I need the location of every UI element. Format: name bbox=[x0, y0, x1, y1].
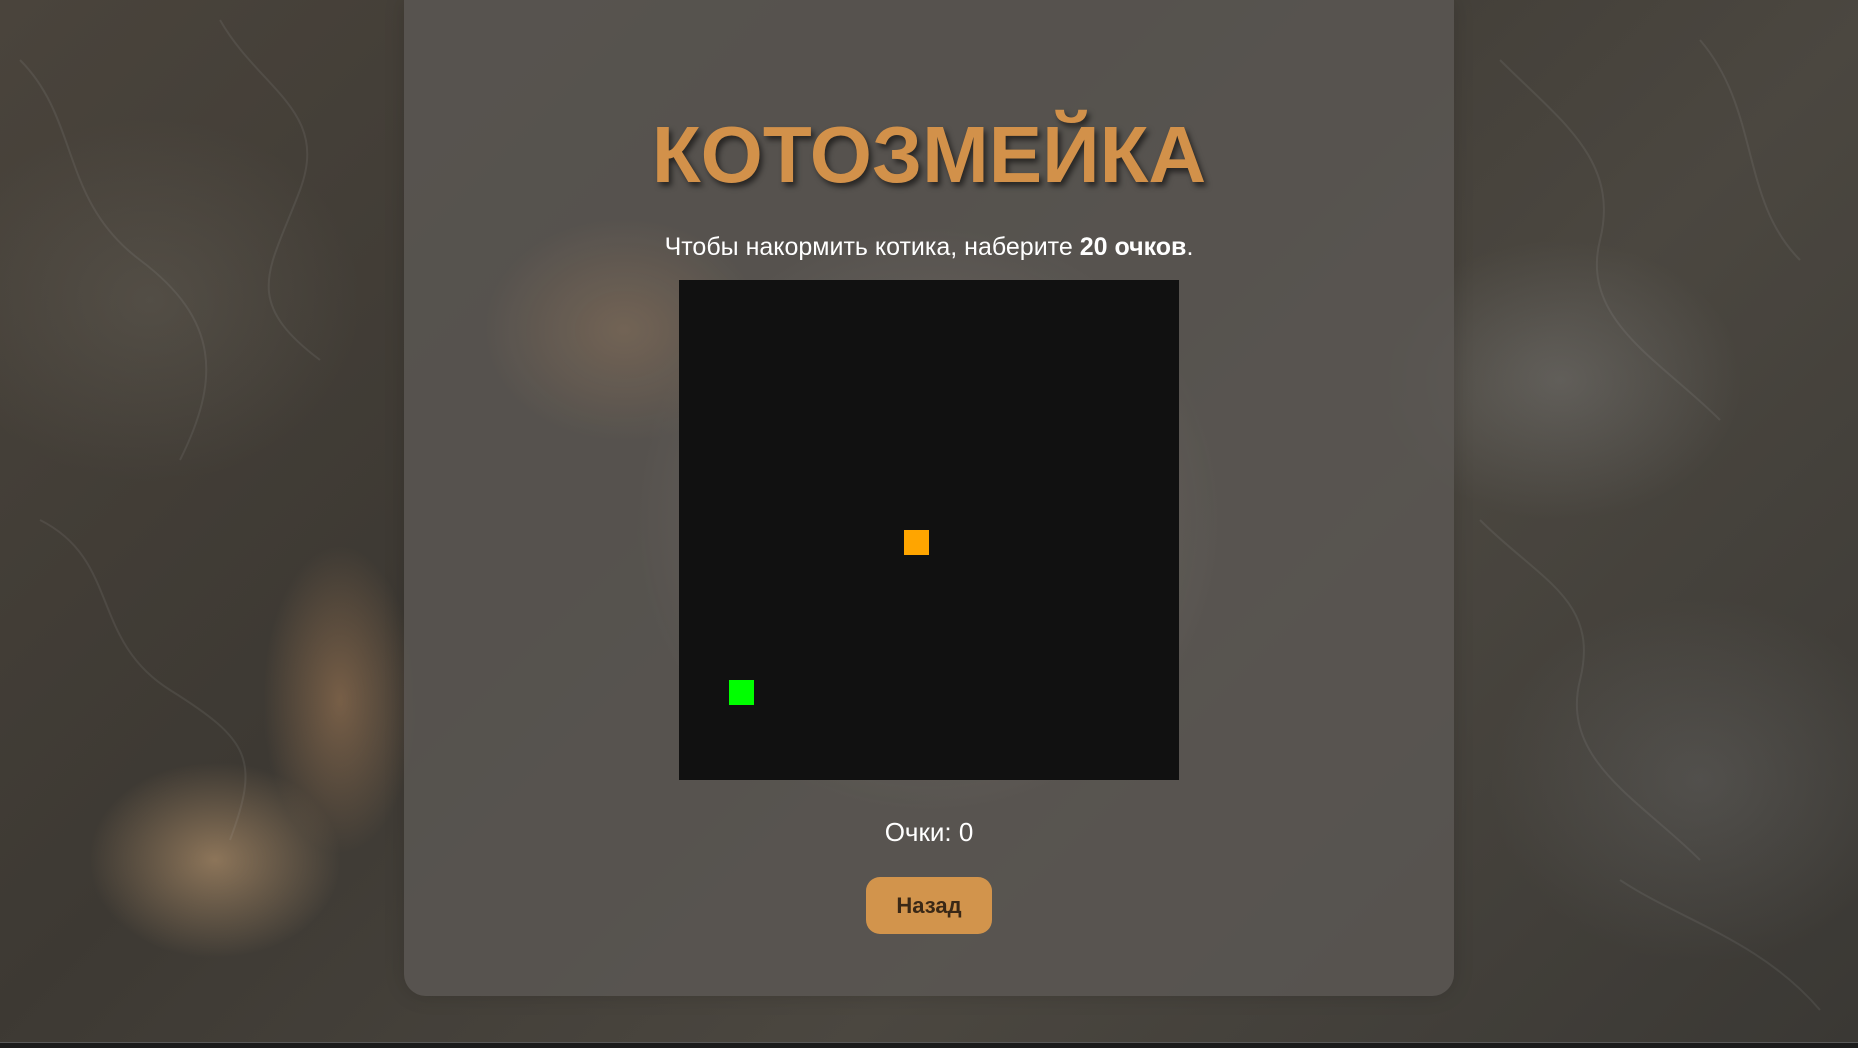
instruction-text: Чтобы накормить котика, наберите 20 очко… bbox=[404, 232, 1454, 262]
back-button[interactable]: Назад bbox=[866, 877, 992, 934]
game-panel: КОТОЗМЕЙКА Чтобы накормить котика, набер… bbox=[404, 0, 1454, 996]
score-label: Очки: bbox=[884, 817, 959, 847]
game-title: КОТОЗМЕЙКА bbox=[651, 110, 1207, 199]
bottom-edge bbox=[0, 1042, 1858, 1048]
food-item bbox=[904, 530, 929, 555]
game-board[interactable] bbox=[679, 280, 1179, 780]
instruction-goal: 20 очков bbox=[1079, 233, 1187, 261]
snake-head bbox=[729, 680, 754, 705]
score-value: 0 bbox=[958, 817, 974, 847]
score-display: Очки: 0 bbox=[404, 816, 1454, 848]
instruction-suffix: . bbox=[1186, 233, 1194, 261]
instruction-prefix: Чтобы накормить котика, наберите bbox=[664, 233, 1080, 261]
